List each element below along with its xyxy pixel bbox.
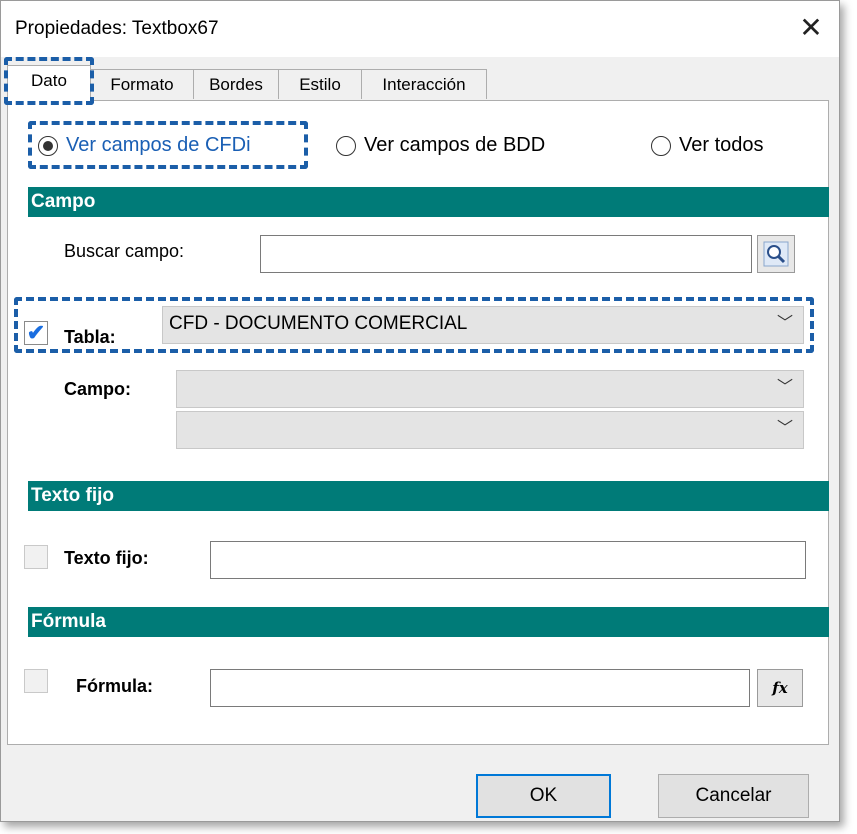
cfdi-highlight xyxy=(28,121,308,169)
tabla-checkbox[interactable]: ✔ xyxy=(24,321,48,345)
title-bar[interactable]: Propiedades: Textbox67 ✕ xyxy=(1,1,839,57)
dato-panel: Ver campos de CFDi Ver campos de BDD Ver… xyxy=(7,100,829,745)
formula-input[interactable] xyxy=(210,669,750,707)
ok-button[interactable]: OK xyxy=(476,774,611,818)
radio-todos-label: Ver todos xyxy=(679,134,764,156)
radio-unselected-icon xyxy=(336,135,356,156)
tab-bordes[interactable]: Bordes xyxy=(193,69,279,99)
campo-select[interactable]: ﹀ xyxy=(176,370,804,408)
search-button[interactable] xyxy=(757,235,795,273)
buscar-campo-label: Buscar campo: xyxy=(64,241,185,261)
tabla-select-value: CFD - DOCUMENTO COMERCIAL xyxy=(169,313,468,334)
window-title: Propiedades: Textbox67 xyxy=(15,18,219,39)
subcampo-select[interactable]: ﹀ xyxy=(176,411,804,449)
formula-checkbox[interactable] xyxy=(24,669,48,693)
tabla-select[interactable]: CFD - DOCUMENTO COMERCIAL ﹀ xyxy=(162,306,804,344)
radio-bdd-label: Ver campos de BDD xyxy=(364,134,546,156)
texto-fijo-checkbox[interactable] xyxy=(24,545,48,569)
tabla-label: Tabla: xyxy=(64,327,116,347)
chevron-down-icon: ﹀ xyxy=(776,420,793,437)
cancel-button[interactable]: Cancelar xyxy=(658,774,809,818)
campo-section-header: Campo xyxy=(28,187,829,217)
chevron-down-icon: ﹀ xyxy=(776,379,793,396)
tab-estilo[interactable]: Estilo xyxy=(278,69,362,99)
radio-ver-todos[interactable]: Ver todos xyxy=(651,134,764,157)
checkmark-icon: ✔ xyxy=(26,320,46,345)
texto-fijo-input[interactable] xyxy=(210,541,806,579)
magnifier-icon xyxy=(763,241,789,267)
tab-interaccion[interactable]: Interacción xyxy=(361,69,487,99)
tab-highlight xyxy=(4,57,94,105)
chevron-down-icon: ﹀ xyxy=(776,315,793,332)
texto-fijo-section-header: Texto fijo xyxy=(28,481,829,511)
properties-dialog: Propiedades: Textbox67 ✕ Dato Formato Bo… xyxy=(0,0,840,822)
radio-ver-campos-bdd[interactable]: Ver campos de BDD xyxy=(336,134,545,157)
buscar-campo-input[interactable] xyxy=(260,235,752,273)
formula-label: Fórmula: xyxy=(76,676,154,696)
campo-label: Campo: xyxy=(64,379,131,399)
formula-section-header: Fórmula xyxy=(28,607,829,637)
fx-icon: fx xyxy=(772,679,788,697)
close-icon[interactable]: ✕ xyxy=(793,10,829,46)
tab-formato[interactable]: Formato xyxy=(90,69,194,99)
radio-unselected-icon xyxy=(651,135,671,156)
texto-fijo-label: Texto fijo: xyxy=(64,548,149,568)
fx-button[interactable]: fx xyxy=(757,669,803,707)
